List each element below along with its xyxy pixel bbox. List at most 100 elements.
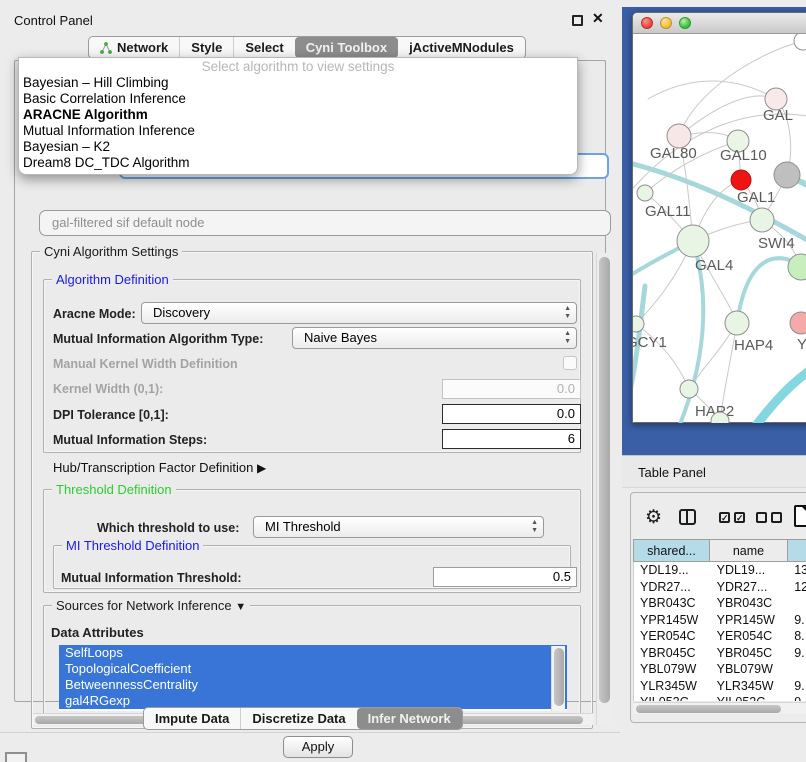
attribute-list-item[interactable]: TopologicalCoefficient (59, 661, 567, 677)
dpi-tolerance-field[interactable]: 0.0 (442, 404, 581, 424)
split-columns-icon[interactable] (679, 509, 696, 525)
tab-network[interactable]: Network (89, 37, 179, 58)
network-node[interactable] (790, 312, 806, 334)
zoom-traffic-light-icon[interactable] (679, 17, 691, 29)
column-header-name[interactable]: name (710, 539, 788, 562)
aracne-mode-combobox[interactable]: Discovery ▲▼ (141, 302, 577, 324)
kernel-width-field[interactable]: 0.0 (442, 379, 581, 399)
network-node[interactable] (774, 162, 800, 188)
data-table-combobox[interactable]: gal-filtered sif default node (39, 210, 611, 236)
data-attributes-list[interactable]: SelfLoopsTopologicalCoefficientBetweenne… (59, 645, 567, 711)
network-canvas[interactable]: GALGAL80GAL10GAL1GAL11GAL4SWI4GCY1HAP4YH… (633, 34, 806, 423)
network-node[interactable] (794, 34, 806, 50)
tab-discretize-data[interactable]: Discretize Data (240, 708, 356, 729)
algorithm-option[interactable]: Dream8 DC_TDC Algorithm (19, 155, 577, 171)
which-threshold-combobox[interactable]: MI Threshold ▲▼ (253, 516, 544, 538)
close-traffic-light-icon[interactable] (641, 17, 653, 29)
close-icon[interactable]: ✕ (592, 10, 604, 27)
mi-threshold-field[interactable]: 0.5 (433, 567, 577, 587)
apply-button[interactable]: Apply (283, 736, 353, 758)
tab-style[interactable]: Style (179, 37, 233, 58)
table-rows[interactable]: YDL19...YDL19...13YDR27...YDR27...12YBR0… (633, 562, 806, 701)
table-horizontal-scrollbar[interactable] (633, 702, 806, 714)
algorithm-option[interactable]: Basic Correlation Inference (19, 91, 577, 107)
node-label: HAP4 (734, 337, 773, 354)
float-window-icon[interactable] (572, 15, 583, 26)
table-cell (788, 661, 806, 678)
gear-icon[interactable]: ⚙ (645, 506, 662, 529)
table-row[interactable]: YLR345WYLR345W9. (634, 678, 806, 695)
network-node[interactable] (637, 185, 653, 201)
table-cell: YBR043C (634, 595, 711, 612)
tab-impute-data[interactable]: Impute Data (144, 708, 240, 729)
network-nodes[interactable]: GALGAL80GAL10GAL1GAL11GAL4SWI4GCY1HAP4YH… (633, 34, 806, 423)
network-node[interactable] (788, 254, 806, 280)
hub-definition-expander[interactable]: Hub/Transcription Factor Definition ▶ (53, 460, 266, 475)
table-cell: YLR345W (711, 678, 789, 695)
table-panel-title-bar: Table Panel (622, 455, 806, 488)
mi-type-combobox[interactable]: Naive Bayes ▲▼ (292, 327, 577, 349)
attribute-list-item[interactable]: BetweennessCentrality (59, 677, 567, 693)
table-row[interactable]: YBR043CYBR043C (634, 595, 806, 612)
stepper-arrows-icon: ▲▼ (531, 519, 538, 535)
node-label: GAL11 (645, 203, 691, 220)
table-row[interactable]: YDL19...YDL19...13 (634, 562, 806, 579)
algorithm-option[interactable]: ARACNE Algorithm (19, 107, 577, 123)
unchecked-checkbox-icon[interactable] (771, 512, 782, 523)
mi-steps-label: Mutual Information Steps: (53, 433, 207, 447)
aracne-mode-label: Aracne Mode: (53, 307, 136, 321)
minimize-traffic-light-icon[interactable] (660, 17, 672, 29)
settings-vertical-scrollbar[interactable] (596, 253, 611, 725)
window-title-bar[interactable] (633, 13, 806, 34)
kernel-width-label: Kernel Width (0,1): (53, 382, 163, 396)
minimized-panel-icon[interactable] (5, 752, 27, 762)
unchecked-checkbox-icon[interactable] (756, 512, 767, 523)
document-icon[interactable] (794, 505, 806, 527)
network-node[interactable] (633, 316, 644, 332)
mi-steps-field[interactable]: 6 (442, 429, 581, 449)
algorithm-option[interactable]: Bayesian – K2 (19, 139, 577, 155)
table-cell: YPR145W (711, 612, 789, 629)
network-node[interactable] (677, 225, 709, 257)
checked-checkbox-icon[interactable]: ✓ (734, 512, 745, 523)
table-row[interactable]: YBL079WYBL079W (634, 661, 806, 678)
collapse-arrow-icon[interactable]: ▼ (235, 601, 246, 613)
tab-jactivemnodules[interactable]: jActiveMNodules (398, 37, 525, 58)
node-label: GAL (763, 107, 793, 124)
tab-cyni-toolbox[interactable]: Cyni Toolbox (295, 37, 398, 58)
table-cell: YDL19... (634, 562, 711, 579)
mi-type-label: Mutual Information Algorithm Type: (53, 332, 263, 346)
attribute-list-item[interactable]: SelfLoops (59, 645, 567, 661)
group-title: Cyni Algorithm Settings (40, 244, 182, 259)
table-row[interactable]: YIL052CYIL052C9 (634, 694, 806, 701)
table-cell: YDL19... (711, 562, 789, 579)
network-node[interactable] (725, 311, 749, 335)
column-header-shared-name[interactable]: shared... (633, 539, 710, 562)
table-row[interactable]: YER054CYER054C8. (634, 628, 806, 645)
tab-select[interactable]: Select (233, 37, 294, 58)
group-title: MI Threshold Definition (62, 538, 203, 553)
table-row[interactable]: YDR27...YDR27...12 (634, 579, 806, 596)
list-scrollbar[interactable] (551, 646, 565, 711)
table-cell: YIL052C (711, 694, 789, 701)
column-header-cut[interactable] (788, 539, 806, 562)
node-label: GAL10 (720, 147, 767, 164)
network-node[interactable] (680, 380, 698, 398)
network-view-window[interactable]: GALGAL80GAL10GAL1GAL11GAL4SWI4GCY1HAP4YH… (632, 12, 806, 423)
network-node[interactable] (750, 208, 774, 232)
network-desktop: GALGAL80GAL10GAL1GAL11GAL4SWI4GCY1HAP4YH… (622, 7, 806, 455)
algorithm-option[interactable]: Bayesian – Hill Climbing (19, 75, 577, 91)
table-cell: 9 (788, 694, 806, 701)
group-title: Algorithm Definition (52, 272, 173, 287)
table-cell (788, 595, 806, 612)
tab-infer-network[interactable]: Infer Network (357, 708, 462, 729)
tab-label: Network (117, 40, 168, 55)
manual-kernel-checkbox[interactable] (563, 356, 577, 370)
algorithm-option[interactable]: Mutual Information Inference (19, 123, 577, 139)
data-attributes-label: Data Attributes (51, 625, 144, 640)
checked-checkbox-icon[interactable]: ✓ (719, 512, 730, 523)
network-node[interactable] (731, 170, 751, 190)
table-row[interactable]: YPR145WYPR145W9. (634, 612, 806, 629)
table-row[interactable]: YBR045CYBR045C9. (634, 645, 806, 662)
table-cell: 8. (788, 628, 806, 645)
